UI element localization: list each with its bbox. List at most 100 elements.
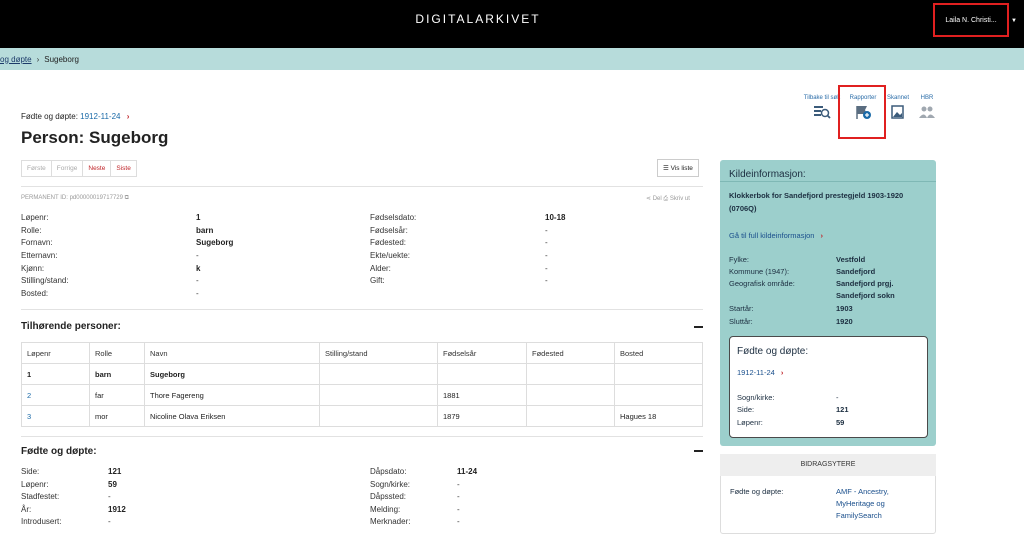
table-cell: 3 xyxy=(21,405,90,427)
table-row[interactable]: 1 barn Sugeborg xyxy=(21,363,703,385)
baptism-heading: Fødte og døpte: xyxy=(21,446,97,457)
person-value: - xyxy=(545,238,548,247)
event-crumb: Fødte og døpte: 1912-11-24 › xyxy=(21,112,129,121)
breadcrumb-current: Sugeborg xyxy=(44,54,79,64)
caret-down-icon[interactable]: ▼ xyxy=(1011,18,1017,24)
person-value: - xyxy=(545,226,548,235)
divider xyxy=(21,436,703,437)
baptism-key: Sogn/kirke: xyxy=(370,480,411,489)
person-key: Etternavn: xyxy=(21,251,58,260)
full-source-info-link[interactable]: Gå til full kildeinformasjon › xyxy=(729,231,823,240)
baptism-value: 11-24 xyxy=(457,467,478,476)
col-header: Navn xyxy=(144,342,320,364)
user-name: Laila N. Christi... xyxy=(945,16,997,24)
person-key: Fødselsdato: xyxy=(370,213,417,222)
event-summary-value: 59 xyxy=(836,418,845,427)
col-header: Fødselsår xyxy=(437,342,527,364)
event-summary-key: Løpenr: xyxy=(737,418,763,427)
pager-first-button[interactable]: Første xyxy=(21,160,52,177)
scanned-button[interactable]: Skannet xyxy=(884,95,912,122)
baptism-value: 59 xyxy=(108,480,117,489)
person-key: Bosted: xyxy=(21,289,49,298)
col-header: Fødested xyxy=(526,342,615,364)
person-value: 10-18 xyxy=(545,213,566,222)
list-view-label: Vis liste xyxy=(670,165,693,172)
event-summary-value: 121 xyxy=(836,405,849,414)
source-title: Klokkerbok for Sandefjord prestegjeld 19… xyxy=(729,191,904,213)
pager-prev-button[interactable]: Forrige xyxy=(50,160,84,177)
hbr-button[interactable]: HBR xyxy=(916,95,938,122)
source-value: Vestfold xyxy=(836,255,866,264)
divider xyxy=(720,181,936,182)
table-cell: 1881 xyxy=(437,384,527,406)
print-link[interactable]: Skriv ut xyxy=(670,196,690,202)
table-row[interactable]: 3 mor Nicoline Olava Eriksen 1879 Hagues… xyxy=(21,405,703,427)
contributors-link[interactable]: AMF - Ancestry, xyxy=(836,487,889,496)
table-cell xyxy=(319,405,438,427)
event-summary-key: Sogn/kirke: xyxy=(737,393,775,402)
page-title: Person: Sugeborg xyxy=(21,128,169,147)
baptism-key: Introdusert: xyxy=(21,517,62,526)
user-menu-button[interactable]: Laila N. Christi... xyxy=(933,3,1009,37)
table-cell xyxy=(526,363,615,385)
person-key: Fødested: xyxy=(370,238,407,247)
baptism-value: 121 xyxy=(108,467,122,476)
source-info-heading: Kildeinformasjon: xyxy=(729,169,806,180)
share-actions: ⋖ Del ⎙ Skriv ut xyxy=(646,195,690,203)
table-cell: 2 xyxy=(21,384,90,406)
copy-icon[interactable]: ⧉ xyxy=(125,195,129,201)
event-summary-key: Side: xyxy=(737,405,755,414)
source-value: Sandefjord sokn xyxy=(836,291,895,300)
chevron-right-icon: › xyxy=(780,368,784,377)
baptism-value: 1912 xyxy=(108,505,126,514)
share-link[interactable]: Del xyxy=(653,196,662,202)
table-cell xyxy=(526,384,615,406)
contributors-link[interactable]: FamilySearch xyxy=(836,511,882,520)
reports-button[interactable]: Rapporter xyxy=(845,95,881,122)
scanned-label: Skannet xyxy=(886,95,910,101)
pager-last-button[interactable]: Siste xyxy=(110,160,137,177)
image-icon xyxy=(891,105,904,119)
table-row[interactable]: 2 far Thore Fagereng 1881 xyxy=(21,384,703,406)
chevron-right-icon[interactable]: › xyxy=(127,112,130,121)
event-summary-date-link[interactable]: 1912-11-24 › xyxy=(737,368,783,377)
source-key: Startår: xyxy=(729,304,754,313)
baptism-key: Melding: xyxy=(370,505,401,514)
brand-logo[interactable]: DIGITALARKIVET xyxy=(0,12,956,26)
event-crumb-label: Fødte og døpte: xyxy=(21,112,78,121)
person-value: k xyxy=(196,264,201,273)
baptism-value: - xyxy=(457,480,460,489)
breadcrumb: og døpte › Sugeborg xyxy=(0,48,1024,70)
table-cell: Nicoline Olava Eriksen xyxy=(144,405,320,427)
related-heading: Tilhørende personer: xyxy=(21,321,121,332)
person-key: Kjønn: xyxy=(21,264,45,273)
baptism-value: - xyxy=(457,517,460,526)
permanent-id-text: PERMANENT ID: pd00000019717729 xyxy=(21,195,123,201)
breadcrumb-parent-link[interactable]: og døpte xyxy=(0,55,32,64)
table-cell: mor xyxy=(89,405,145,427)
collapse-icon[interactable] xyxy=(694,450,703,452)
print-icon[interactable]: ⎙ xyxy=(663,196,668,202)
list-view-button[interactable]: ☰ Vis liste xyxy=(657,159,699,177)
person-value: 1 xyxy=(196,213,201,222)
col-header: Bosted xyxy=(614,342,703,364)
people-icon xyxy=(919,106,935,118)
baptism-key: Side: xyxy=(21,467,40,476)
top-bar: DIGITALARKIVET Laila N. Christi... ▼ xyxy=(0,0,1024,48)
table-cell xyxy=(437,363,527,385)
pager-next-button[interactable]: Neste xyxy=(82,160,112,177)
source-value: 1903 xyxy=(836,304,853,313)
baptism-key: Dåpssted: xyxy=(370,492,407,501)
contributors-link[interactable]: MyHeritage og xyxy=(836,499,885,508)
baptism-key: Dåpsdato: xyxy=(370,467,407,476)
event-date-link[interactable]: 1912-11-24 xyxy=(80,112,120,121)
person-key: Gift: xyxy=(370,276,385,285)
collapse-icon[interactable] xyxy=(694,326,703,328)
table-cell: Sugeborg xyxy=(144,363,320,385)
person-key: Fornavn: xyxy=(21,238,53,247)
table-cell: 1879 xyxy=(437,405,527,427)
share-icon[interactable]: ⋖ xyxy=(646,196,651,202)
event-summary-date: 1912-11-24 xyxy=(737,368,775,377)
source-value: Sandefjord xyxy=(836,267,876,276)
baptism-value: - xyxy=(108,492,111,501)
